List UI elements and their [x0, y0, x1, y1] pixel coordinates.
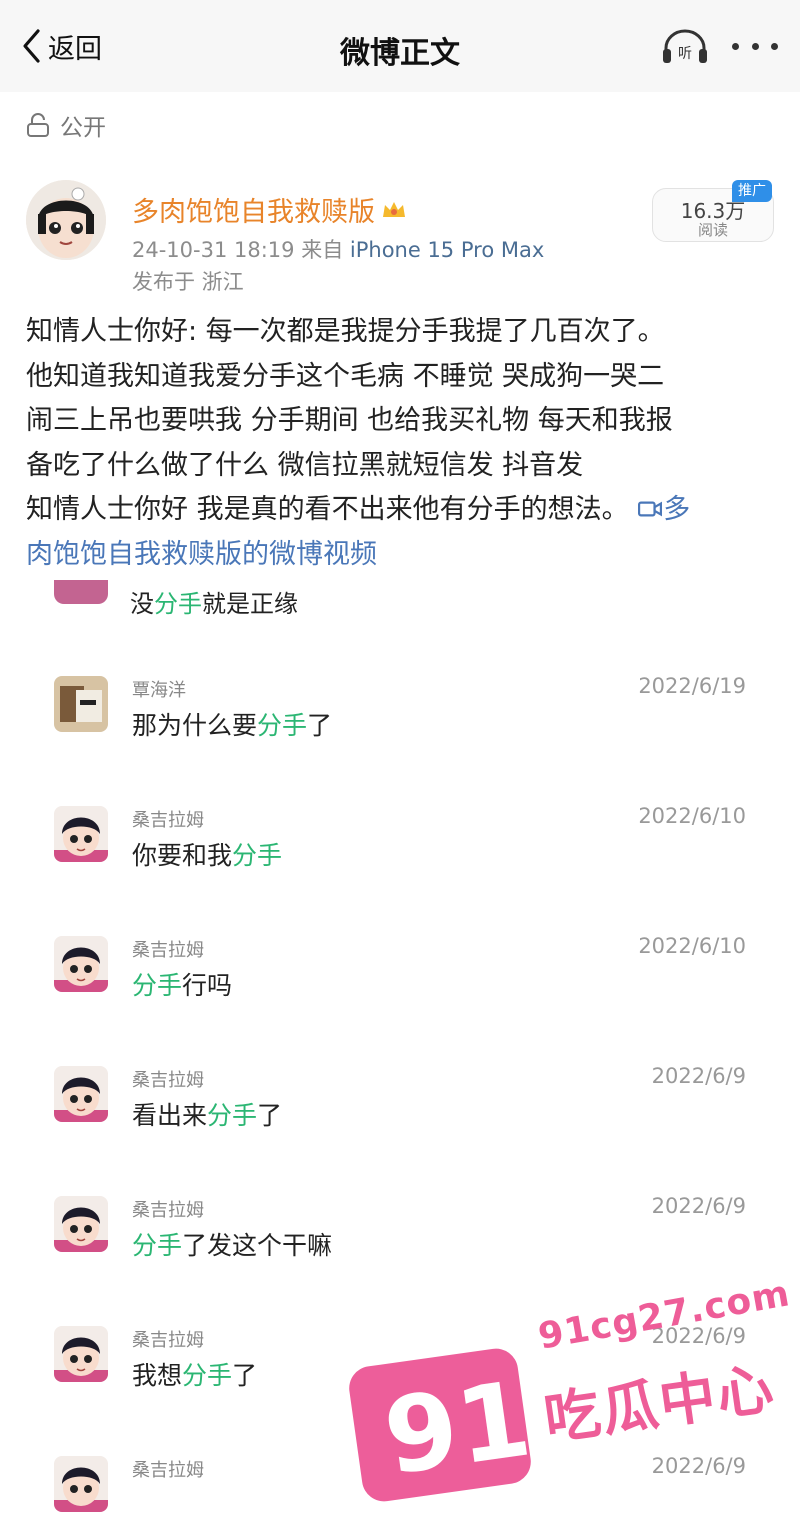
- chat-sender: 桑吉拉姆: [132, 940, 204, 961]
- chat-message[interactable]: 覃海洋 2022/6/19 那为什么要分手了: [26, 674, 774, 806]
- avatar: [54, 1066, 108, 1122]
- chat-text: 我想分手了: [132, 1356, 257, 1392]
- chat-text: 你要和我分手: [132, 836, 282, 872]
- avatar: [54, 806, 108, 862]
- msg-text-part: 就是正缘: [202, 590, 298, 618]
- msg-text-part: 行吗: [182, 971, 233, 1000]
- visibility-indicator: 公开: [26, 108, 106, 142]
- chat-date: 2022/6/10: [638, 934, 746, 958]
- video-link-text: 多: [663, 494, 691, 526]
- post-line: 闹三上吊也要哄我 分手期间 也给我买礼物 每天和我报: [26, 405, 673, 437]
- promote-tag[interactable]: 推广: [732, 180, 772, 202]
- watermark-text: 吃瓜中心: [540, 1356, 780, 1453]
- post-from-prefix: 来自: [301, 238, 344, 262]
- chat-sender: 桑吉拉姆: [132, 810, 204, 831]
- msg-keyword: 分手: [257, 711, 308, 740]
- video-link[interactable]: 多: [637, 494, 690, 525]
- chat-date: 2022/6/9: [651, 1064, 746, 1088]
- girl-avatar-icon: [54, 1066, 108, 1122]
- user-photo-icon: [54, 676, 108, 732]
- chat-message-cut: 没分手就是正缘: [130, 584, 298, 619]
- chat-date: 2022/6/9: [651, 1194, 746, 1218]
- post-line: 知情人士你好: 每一次都是我提分手我提了几百次了。: [26, 316, 665, 347]
- more-dot-icon: [771, 42, 778, 50]
- girl-avatar-icon: [54, 1456, 108, 1512]
- post-meta: 24-10-31 18:19 来自 iPhone 15 Pro Max: [132, 234, 544, 264]
- headphones-icon: 听: [663, 29, 707, 63]
- listen-label: 听: [678, 46, 692, 62]
- chat-date: 2022/6/10: [638, 804, 746, 828]
- girl-avatar-icon: [54, 806, 108, 862]
- msg-keyword: 分手: [207, 1101, 258, 1130]
- chat-sender: 桑吉拉姆: [132, 1200, 204, 1221]
- msg-keyword: 分手: [132, 971, 183, 1000]
- read-count-label: 阅读: [697, 221, 728, 239]
- msg-keyword: 分手: [154, 590, 202, 618]
- chat-text: 那为什么要分手了: [132, 706, 332, 742]
- chat-sender: 桑吉拉姆: [132, 1330, 204, 1351]
- girl-avatar-icon: [54, 1326, 108, 1382]
- lock-open-icon: [27, 113, 49, 137]
- msg-text-part: 你要和我: [132, 841, 233, 870]
- video-link-continued[interactable]: 肉饱饱自我救赎版的微博视频: [26, 533, 778, 578]
- chat-sender: 桑吉拉姆: [132, 1070, 204, 1091]
- author-name-text: 多肉饱饱自我救赎版: [132, 197, 375, 228]
- msg-text-part: 没: [130, 590, 154, 618]
- msg-text-part: 我想: [132, 1361, 183, 1390]
- chat-text: 看出来分手了: [132, 1096, 282, 1132]
- chat-date: 2022/6/19: [638, 674, 746, 698]
- avatar: [54, 936, 108, 992]
- watermark: 91cg27.com 91 吃瓜中心: [345, 1273, 793, 1519]
- video-icon: [638, 501, 663, 517]
- msg-text-part: 了发这个干嘛: [182, 1231, 333, 1260]
- avatar: [54, 580, 108, 604]
- vip-crown-icon: [383, 201, 405, 217]
- more-dot-icon: [732, 42, 739, 50]
- chat-sender: 覃海洋: [132, 680, 186, 701]
- more-options-button[interactable]: [732, 30, 778, 62]
- post-body: 知情人士你好: 每一次都是我提分手我提了几百次了。 他知道我知道我爱分手这个毛病…: [26, 310, 778, 578]
- chat-sender: 桑吉拉姆: [132, 1460, 204, 1481]
- post-line: 他知道我知道我爱分手这个毛病 不睡觉 哭成狗一哭二: [26, 360, 665, 392]
- msg-text-part: 看出来: [132, 1101, 208, 1130]
- listen-button[interactable]: 听: [660, 28, 710, 66]
- avatar: [54, 676, 108, 732]
- msg-keyword: 分手: [182, 1361, 233, 1390]
- avatar: [54, 1456, 108, 1512]
- girl-avatar-icon: [54, 1196, 108, 1252]
- author-name[interactable]: 多肉饱饱自我救赎版: [132, 190, 407, 229]
- post-line: 备吃了什么做了什么 微信拉黑就短信发 抖音发: [26, 449, 584, 481]
- chat-text: 分手行吗: [132, 966, 232, 1002]
- avatar-face-icon: [26, 180, 106, 260]
- msg-text-part: 了: [232, 1361, 258, 1390]
- author-avatar[interactable]: [26, 180, 106, 260]
- watermark-number: 91: [377, 1357, 538, 1499]
- girl-avatar-icon: [54, 936, 108, 992]
- post-line: 知情人士你好 我是真的看不出来他有分手的想法。: [26, 494, 629, 526]
- msg-keyword: 分手: [132, 1231, 183, 1260]
- chat-message[interactable]: 桑吉拉姆 2022/6/9 看出来分手了: [26, 1064, 774, 1196]
- chat-message[interactable]: 桑吉拉姆 2022/6/10 分手行吗: [26, 934, 774, 1066]
- chat-message[interactable]: 桑吉拉姆 2022/6/10 你要和我分手: [26, 804, 774, 936]
- msg-text-part: 了: [257, 1101, 283, 1130]
- top-nav-bar: 返回 微博正文 听: [0, 0, 800, 92]
- avatar: [54, 1196, 108, 1252]
- more-dot-icon: [751, 42, 759, 50]
- msg-text-part: 那为什么要: [132, 711, 258, 740]
- post-line-with-link: 知情人士你好 我是真的看不出来他有分手的想法。 多: [26, 488, 778, 533]
- post-device[interactable]: iPhone 15 Pro Max: [350, 238, 544, 262]
- avatar: [54, 1326, 108, 1382]
- visibility-label: 公开: [60, 115, 106, 141]
- msg-text-part: 了: [307, 711, 333, 740]
- msg-keyword: 分手: [232, 841, 283, 870]
- post-date: 24-10-31 18:19: [132, 238, 295, 262]
- post-location: 发布于 浙江: [132, 270, 244, 294]
- chat-text: 分手了发这个干嘛: [132, 1226, 332, 1262]
